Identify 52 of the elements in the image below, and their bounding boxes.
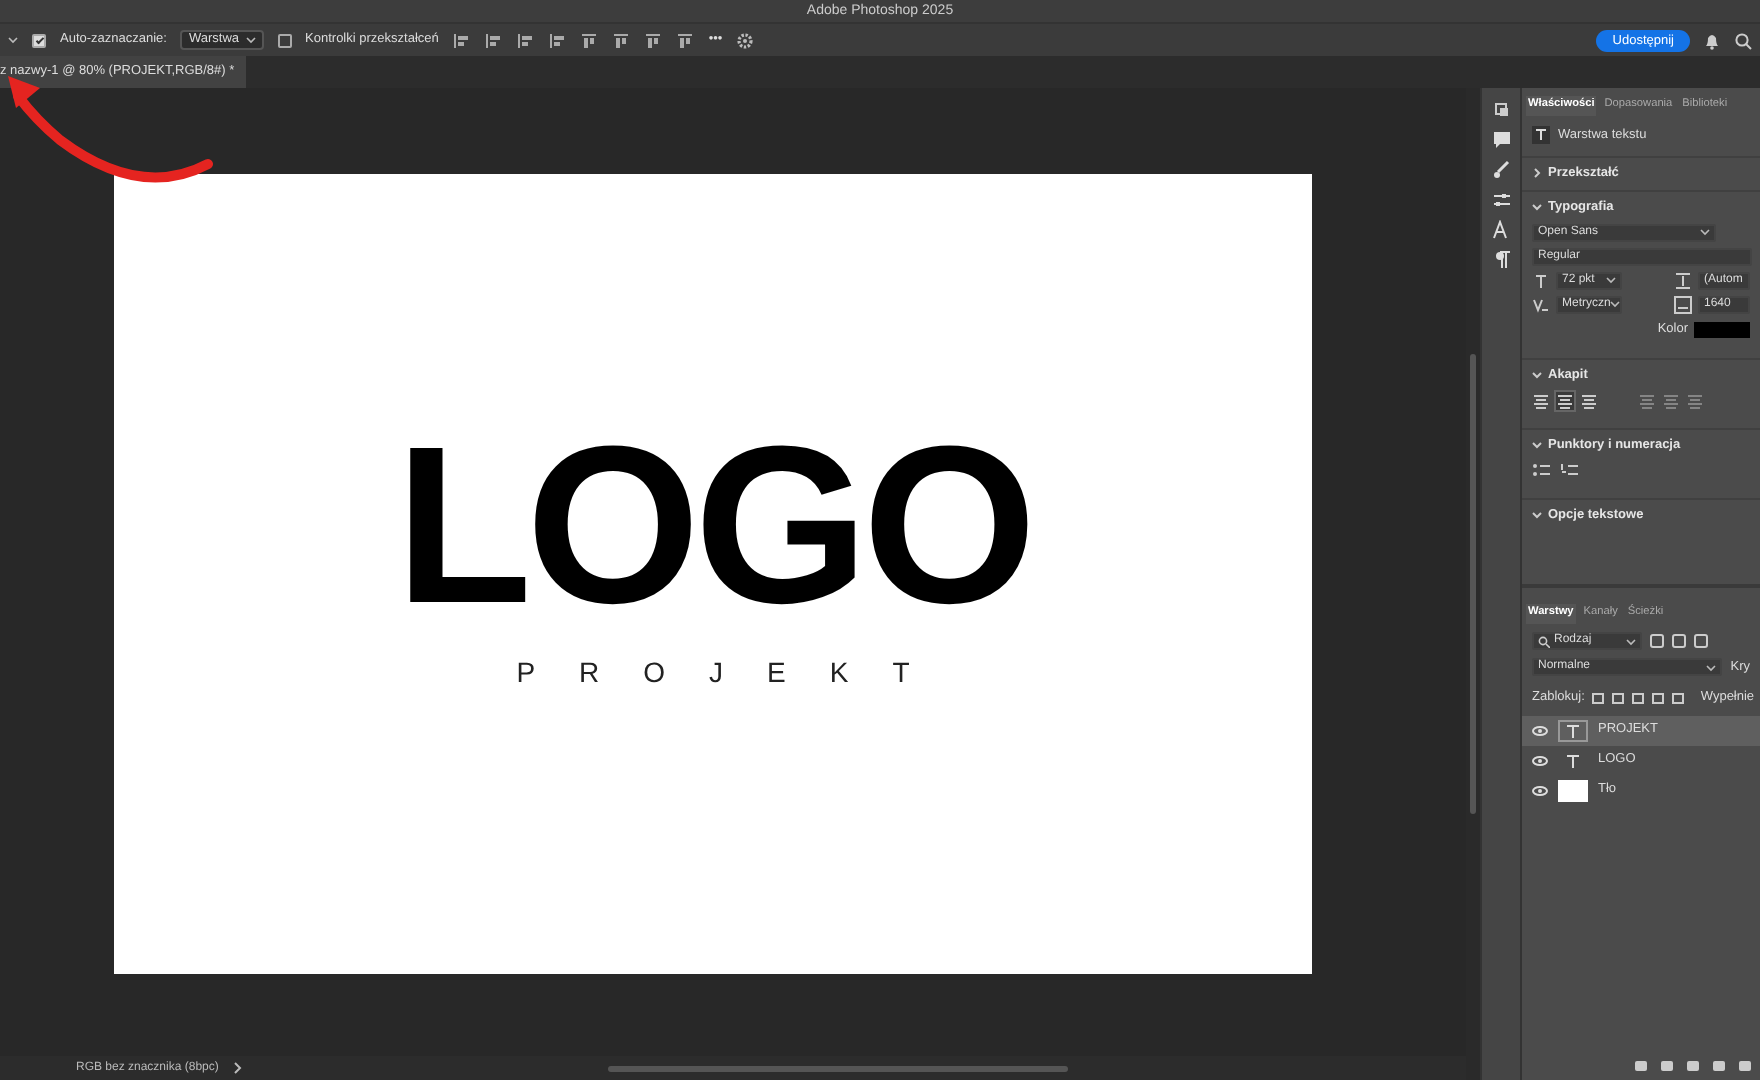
chevron-icon[interactable]	[1532, 202, 1542, 213]
sliders-icon[interactable]	[1491, 190, 1511, 210]
caret-icon	[245, 36, 256, 44]
color-swatch[interactable]	[1694, 321, 1750, 338]
chevron-icon[interactable]	[234, 1062, 243, 1074]
chevron-icon[interactable]	[1532, 370, 1542, 380]
align-text-icon[interactable]	[1556, 391, 1574, 409]
chevron-icon[interactable]	[1532, 440, 1542, 450]
kerning-icon	[1532, 295, 1550, 314]
caret-icon	[1700, 228, 1710, 237]
caret-icon	[8, 36, 18, 44]
logo-text: LOGO	[395, 429, 1031, 621]
eye-icon[interactable]	[1532, 755, 1548, 765]
caret-icon	[1606, 276, 1616, 285]
distribute-icon[interactable]	[644, 31, 663, 49]
bell-icon[interactable]	[1704, 31, 1720, 49]
eye-icon[interactable]	[1532, 725, 1548, 735]
settings-icon[interactable]	[736, 31, 755, 49]
align-icon[interactable]	[452, 31, 471, 49]
caret-icon	[1626, 637, 1636, 645]
scrollbar-thumb[interactable]	[1470, 354, 1476, 814]
align-icon[interactable]	[548, 31, 567, 49]
type-tool-icon	[1532, 126, 1550, 145]
leading-icon	[1674, 271, 1692, 290]
align-text-icon[interactable]	[1580, 391, 1598, 409]
checkbox[interactable]	[32, 33, 46, 47]
scrollbar-thumb[interactable]	[608, 1065, 1069, 1071]
search-icon	[1538, 635, 1550, 647]
align-icon[interactable]	[484, 31, 503, 49]
tagline-text: PROJEKT	[516, 654, 954, 693]
type-layer-icon	[1566, 723, 1580, 737]
paragraph-icon[interactable]	[1491, 250, 1511, 270]
distribute-icon[interactable]	[612, 31, 631, 49]
distribute-icon[interactable]	[580, 31, 599, 49]
bulleted-list-icon[interactable]	[1532, 461, 1550, 479]
chevron-icon[interactable]	[1532, 510, 1542, 520]
layer-thumbnail	[1558, 779, 1588, 801]
type-layer-icon	[1566, 753, 1580, 767]
font-size-icon	[1532, 271, 1550, 290]
caret-icon	[1706, 663, 1717, 672]
comment-icon[interactable]	[1491, 130, 1511, 150]
distribute-icon[interactable]	[676, 31, 695, 49]
search-icon[interactable]	[1734, 31, 1752, 49]
eye-icon[interactable]	[1532, 785, 1548, 795]
numbered-list-icon[interactable]	[1560, 461, 1578, 479]
character-icon[interactable]	[1491, 220, 1511, 240]
caret-icon	[1610, 300, 1621, 309]
align-icon[interactable]	[516, 31, 535, 49]
chevron-icon[interactable]	[1532, 168, 1542, 179]
tracking-icon	[1674, 295, 1692, 314]
checkbox[interactable]	[277, 33, 292, 47]
align-text-icon[interactable]	[1532, 391, 1550, 409]
